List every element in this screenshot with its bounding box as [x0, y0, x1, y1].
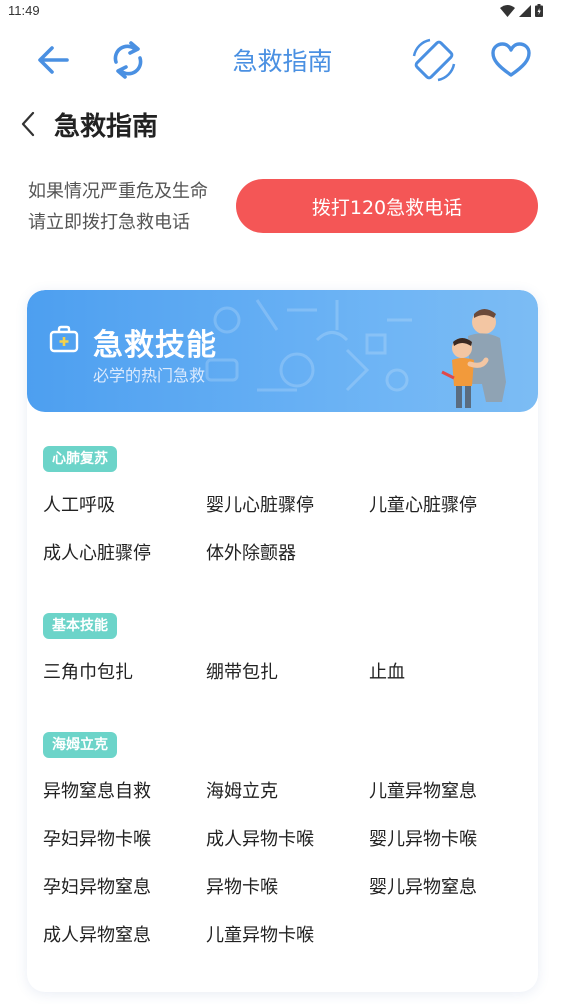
list-item[interactable]: 儿童心脏骤停: [369, 482, 532, 530]
chevron-left-icon: [21, 111, 35, 137]
refresh-button[interactable]: [104, 36, 152, 84]
section-tag: 海姆立克: [43, 732, 117, 758]
toolbar-title: 急救指南: [232, 47, 333, 76]
list-item[interactable]: 孕妇异物卡喉: [43, 816, 206, 864]
page-title: 急救指南: [54, 111, 159, 142]
banner-subtitle: 必学的热门急救: [93, 366, 206, 385]
screen-rotate-button[interactable]: [410, 36, 458, 84]
section-basic-skills: 基本技能 三角巾包扎 绷带包扎 止血: [43, 613, 522, 697]
emergency-warning: 如果情况严重危及生命 请立即拨打急救电话: [28, 176, 208, 238]
back-button[interactable]: [29, 36, 77, 84]
banner-pattern: [205, 299, 412, 392]
section-tag: 心肺复苏: [43, 446, 117, 472]
status-bar: 11:49: [0, 0, 565, 24]
page-header: 急救指南: [20, 104, 158, 144]
list-item[interactable]: 成人心脏骤停: [43, 530, 206, 578]
list-item[interactable]: 绷带包扎: [206, 649, 369, 697]
heimlich-illustration: [441, 309, 506, 408]
signal-icon: [519, 4, 531, 17]
list-item[interactable]: 人工呼吸: [43, 482, 206, 530]
list-item[interactable]: 成人异物窒息: [43, 912, 206, 960]
list-item[interactable]: 海姆立克: [206, 768, 369, 816]
toolbar: 急救指南: [0, 30, 565, 90]
battery-icon: [535, 4, 543, 17]
banner-title: 急救技能: [93, 328, 217, 363]
status-time: 11:49: [8, 3, 40, 18]
list-item[interactable]: 三角巾包扎: [43, 649, 206, 697]
heart-icon: [491, 42, 531, 77]
list-item[interactable]: 异物卡喉: [206, 864, 369, 912]
back-arrow-icon: [38, 46, 69, 74]
list-item[interactable]: 体外除颤器: [206, 530, 369, 578]
list-item[interactable]: 婴儿异物窒息: [369, 864, 532, 912]
warning-line-1: 如果情况严重危及生命: [28, 181, 208, 202]
list-item[interactable]: 儿童异物卡喉: [206, 912, 369, 960]
section-cpr: 心肺复苏 人工呼吸 婴儿心脏骤停 儿童心脏骤停 成人心脏骤停 体外除颤器: [43, 446, 522, 578]
skills-banner: 急救技能 必学的热门急救: [27, 290, 538, 412]
list-item[interactable]: 异物窒息自救: [43, 768, 206, 816]
rotate-icon: [113, 41, 143, 79]
list-item[interactable]: 止血: [369, 649, 532, 697]
page-back-button[interactable]: [20, 104, 50, 144]
section-tag: 基本技能: [43, 613, 117, 639]
list-item[interactable]: 孕妇异物窒息: [43, 864, 206, 912]
call-120-button[interactable]: 拨打120急救电话: [236, 179, 538, 233]
warning-line-2: 请立即拨打急救电话: [28, 212, 190, 233]
first-aid-kit-icon: [49, 325, 79, 353]
screen-rotate-icon: [412, 38, 456, 82]
first-aid-skills-card: 急救技能 必学的热门急救 心肺复苏 人工呼吸 婴儿心脏骤停 儿童心脏骤停 成人心…: [27, 290, 538, 992]
wifi-icon: [500, 4, 515, 17]
list-item[interactable]: 婴儿心脏骤停: [206, 482, 369, 530]
section-heimlich: 海姆立克 异物窒息自救 海姆立克 儿童异物窒息 孕妇异物卡喉 成人异物卡喉 婴儿…: [43, 732, 522, 960]
list-item[interactable]: 儿童异物窒息: [369, 768, 532, 816]
favorite-button[interactable]: [487, 36, 535, 84]
list-item[interactable]: 婴儿异物卡喉: [369, 816, 532, 864]
list-item[interactable]: 成人异物卡喉: [206, 816, 369, 864]
